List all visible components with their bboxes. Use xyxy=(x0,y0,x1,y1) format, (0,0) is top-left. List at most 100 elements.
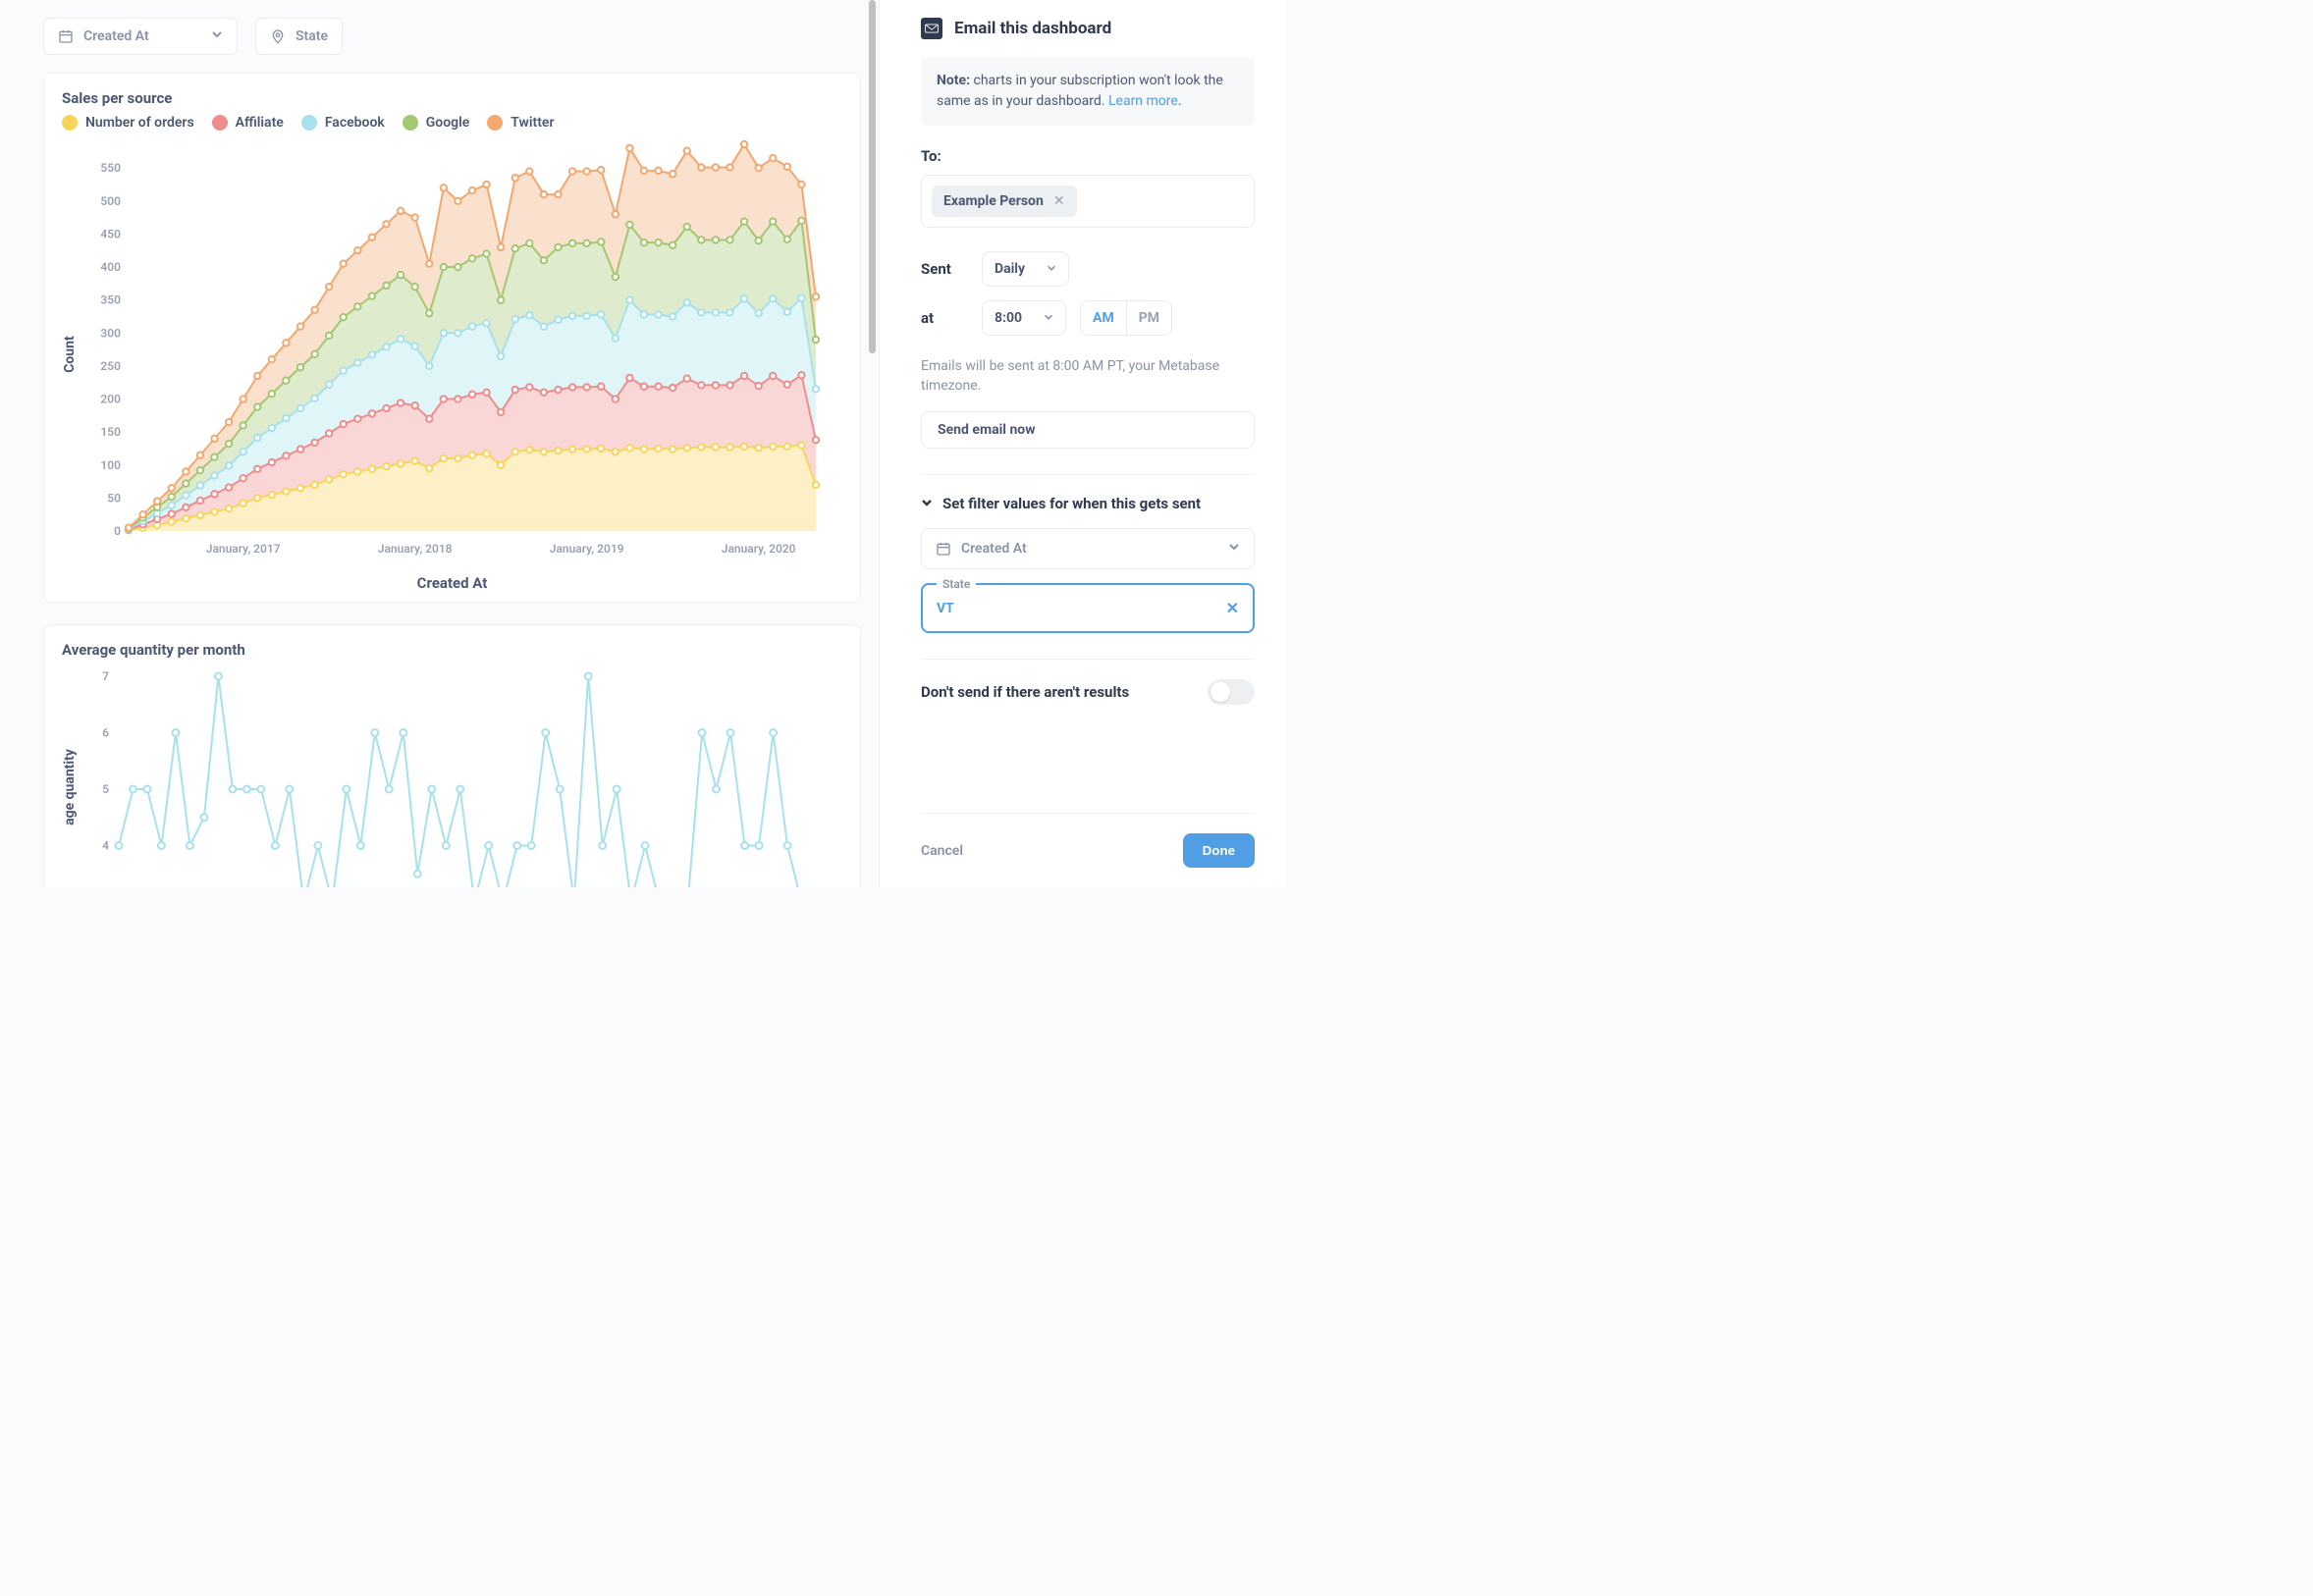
svg-text:250: 250 xyxy=(100,359,121,373)
svg-text:50: 50 xyxy=(107,491,121,505)
card-title: Sales per source xyxy=(62,89,842,107)
calendar-icon xyxy=(58,28,74,44)
scrollbar-thumb[interactable] xyxy=(869,0,876,353)
state-field-value: VT xyxy=(937,601,1226,616)
note-box: Note: charts in your subscription won't … xyxy=(921,57,1255,126)
clear-state-icon[interactable]: ✕ xyxy=(1226,599,1239,617)
legend-label: Number of orders xyxy=(85,115,194,131)
legend-dot xyxy=(487,115,503,131)
chart-legend: Number of orders Affiliate Facebook Google T… xyxy=(62,115,842,131)
send-now-button[interactable]: Send email now xyxy=(921,411,1255,449)
svg-text:350: 350 xyxy=(100,293,121,307)
filter-bar: Created At State xyxy=(43,18,861,55)
sent-label: Sent xyxy=(921,260,968,278)
filter-created-at[interactable]: Created At xyxy=(43,18,238,55)
recipient-name: Example Person xyxy=(943,193,1044,209)
chart-ylabel: age quantity xyxy=(62,749,78,825)
svg-text:January, 2019: January, 2019 xyxy=(549,542,623,556)
recipient-chip: Example Person ✕ xyxy=(932,186,1077,217)
svg-text:4: 4 xyxy=(102,839,109,853)
at-label: at xyxy=(921,309,968,327)
svg-text:200: 200 xyxy=(100,393,121,406)
legend-dot xyxy=(212,115,228,131)
note-strong: Note: xyxy=(937,73,970,88)
svg-text:January, 2018: January, 2018 xyxy=(377,542,452,556)
to-label: To: xyxy=(921,147,1255,165)
chevron-down-icon xyxy=(921,495,933,512)
legend-item[interactable]: Facebook xyxy=(301,115,385,131)
filter-state-label: State xyxy=(296,28,328,44)
svg-text:0: 0 xyxy=(114,524,121,538)
chart-ylabel: Count xyxy=(62,336,78,373)
pin-icon xyxy=(270,28,286,44)
card-title: Average quantity per month xyxy=(62,641,842,659)
panel-title: Email this dashboard xyxy=(954,19,1111,38)
panel-footer: Cancel Done xyxy=(921,813,1255,887)
filter-state[interactable]: State xyxy=(255,18,343,55)
svg-text:6: 6 xyxy=(102,726,109,740)
mail-icon xyxy=(921,18,942,39)
filter-state-input[interactable]: State VT ✕ xyxy=(921,583,1255,633)
send-hint: Emails will be sent at 8:00 AM PT, your … xyxy=(921,357,1255,396)
dont-send-row: Don't send if there aren't results xyxy=(921,679,1255,705)
divider xyxy=(921,659,1255,660)
dont-send-toggle[interactable] xyxy=(1208,679,1255,705)
filter-section-label: Set filter values for when this gets sen… xyxy=(942,495,1201,512)
svg-text:January, 2017: January, 2017 xyxy=(205,542,280,556)
legend-label: Affiliate xyxy=(236,115,284,131)
remove-recipient-icon[interactable]: ✕ xyxy=(1053,193,1065,209)
subscription-panel: Email this dashboard Note: charts in you… xyxy=(879,0,1286,887)
svg-text:400: 400 xyxy=(100,260,121,274)
dont-send-label: Don't send if there aren't results xyxy=(921,683,1129,701)
svg-text:150: 150 xyxy=(100,425,121,439)
legend-item[interactable]: Twitter xyxy=(487,115,554,131)
time-value: 8:00 xyxy=(995,310,1022,326)
card-avg-quantity: Average quantity per month age quantity … xyxy=(43,624,861,887)
pm-button[interactable]: PM xyxy=(1126,301,1171,335)
svg-text:550: 550 xyxy=(100,161,121,175)
filter-created-at-label: Created At xyxy=(83,28,149,44)
legend-item[interactable]: Number of orders xyxy=(62,115,194,131)
dashboard-main: Created At State Sales per source Number… xyxy=(0,0,879,887)
chart-xlabel: Created At xyxy=(62,574,842,592)
panel-header: Email this dashboard xyxy=(921,18,1255,39)
legend-label: Twitter xyxy=(511,115,554,131)
frequency-value: Daily xyxy=(995,261,1025,277)
svg-text:450: 450 xyxy=(100,227,121,240)
svg-text:100: 100 xyxy=(100,458,121,472)
legend-item[interactable]: Affiliate xyxy=(212,115,284,131)
scrollbar[interactable] xyxy=(866,0,880,887)
chart-svg: 34567 xyxy=(80,666,826,887)
legend-label: Google xyxy=(426,115,470,131)
filter-section-toggle[interactable]: Set filter values for when this gets sen… xyxy=(921,495,1255,512)
chevron-down-icon xyxy=(211,28,223,44)
divider xyxy=(921,474,1255,475)
filter-created-at-select[interactable]: Created At xyxy=(921,528,1255,569)
chart-area: age quantity 34567 xyxy=(80,666,826,887)
learn-more-link[interactable]: Learn more xyxy=(1108,93,1178,109)
recipient-input[interactable]: Example Person ✕ xyxy=(921,175,1255,228)
chevron-down-icon xyxy=(1047,261,1056,277)
legend-dot xyxy=(301,115,317,131)
chart-svg: 050100150200250300350400450500550January… xyxy=(80,138,826,570)
cancel-button[interactable]: Cancel xyxy=(921,843,963,859)
legend-dot xyxy=(62,115,78,131)
legend-label: Facebook xyxy=(325,115,385,131)
svg-text:5: 5 xyxy=(102,782,109,796)
frequency-select[interactable]: Daily xyxy=(982,251,1069,287)
card-sales-per-source: Sales per source Number of orders Affilia… xyxy=(43,73,861,603)
done-button[interactable]: Done xyxy=(1183,833,1255,868)
svg-text:January, 2020: January, 2020 xyxy=(721,542,795,556)
filter-date-label: Created At xyxy=(961,541,1027,557)
legend-item[interactable]: Google xyxy=(403,115,470,131)
legend-dot xyxy=(403,115,418,131)
calendar-icon xyxy=(936,541,951,557)
am-button[interactable]: AM xyxy=(1081,301,1126,335)
svg-text:500: 500 xyxy=(100,194,121,208)
time-select[interactable]: 8:00 xyxy=(982,300,1066,336)
ampm-toggle: AM PM xyxy=(1080,300,1172,336)
chart-area: Count 050100150200250300350400450500550J… xyxy=(80,138,826,570)
chevron-down-icon xyxy=(1044,310,1053,326)
svg-text:7: 7 xyxy=(102,669,109,683)
state-field-label: State xyxy=(937,577,976,591)
